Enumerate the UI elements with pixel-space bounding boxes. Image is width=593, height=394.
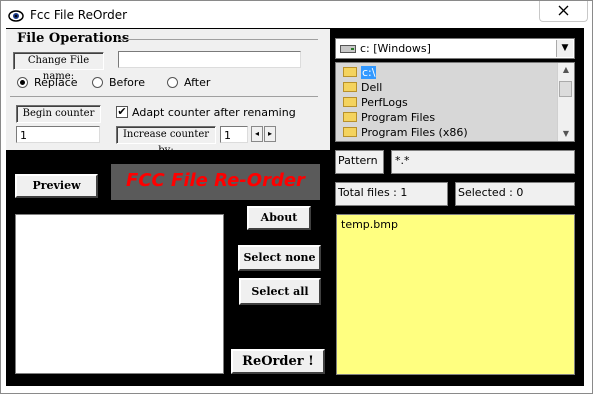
- folder-item-perflogs[interactable]: PerfLogs: [343, 95, 408, 110]
- pattern-input[interactable]: *.*: [391, 150, 575, 174]
- about-button[interactable]: About: [247, 206, 311, 230]
- scroll-thumb[interactable]: [559, 81, 572, 97]
- replace-radio[interactable]: [17, 77, 28, 88]
- begin-counter-input[interactable]: 1: [16, 126, 100, 143]
- folder-tree[interactable]: c:\ Dell PerfLogs Program Files Program …: [335, 62, 575, 142]
- drive-select[interactable]: c: [Windows] ▼: [335, 38, 575, 59]
- folder-item-label: PerfLogs: [361, 96, 408, 109]
- spin-down-button[interactable]: ◂: [251, 126, 263, 142]
- folder-open-icon: [343, 67, 357, 77]
- scroll-up-icon[interactable]: ▲: [558, 63, 574, 77]
- adapt-counter-checkbox[interactable]: ✔: [116, 106, 128, 118]
- begin-counter-label: Begin counter: [16, 105, 101, 123]
- reorder-button[interactable]: ReOrder !: [231, 349, 325, 374]
- select-all-button[interactable]: Select all: [239, 278, 321, 305]
- eye-app-icon: [8, 10, 24, 22]
- increase-counter-input[interactable]: 1: [220, 126, 248, 143]
- spin-up-button[interactable]: ▸: [264, 126, 276, 142]
- section-divider: [10, 96, 318, 97]
- before-radio[interactable]: [92, 77, 103, 88]
- preview-list[interactable]: [15, 214, 224, 374]
- folder-icon: [343, 112, 357, 122]
- folder-icon: [343, 82, 357, 92]
- file-operations-title: File Operations: [17, 31, 130, 46]
- chevron-down-icon[interactable]: ▼: [556, 40, 573, 57]
- total-files-count: Total files : 1: [335, 182, 448, 206]
- preview-button[interactable]: Preview: [15, 174, 98, 198]
- selected-count: Selected : 0: [455, 182, 575, 206]
- folder-item-label: Program Files: [361, 111, 436, 124]
- folder-item-label: Program Files (x86): [361, 126, 468, 139]
- change-file-name-input[interactable]: [118, 51, 301, 68]
- replace-label: Replace: [34, 76, 78, 89]
- close-button[interactable]: [539, 1, 588, 22]
- folder-item-program-files[interactable]: Program Files: [343, 110, 435, 125]
- change-file-name-label: Change File name:: [13, 52, 104, 82]
- title-bar[interactable]: Fcc File ReOrder: [1, 1, 592, 29]
- file-list-item[interactable]: temp.bmp: [341, 218, 398, 231]
- folder-icon: [343, 127, 357, 137]
- group-divider: [118, 39, 318, 40]
- after-label: After: [184, 76, 211, 89]
- folder-icon: [343, 97, 357, 107]
- folder-item-label: Dell: [361, 81, 383, 94]
- before-label: Before: [109, 76, 145, 89]
- scroll-down-icon[interactable]: ▼: [558, 127, 574, 141]
- drive-value: c: [Windows]: [360, 42, 431, 55]
- close-icon: [558, 5, 569, 16]
- pattern-label: Pattern :: [335, 150, 384, 187]
- folder-item-root[interactable]: c:\: [343, 65, 377, 80]
- app-banner: FCC File Re-Order: [111, 164, 320, 200]
- folder-scrollbar[interactable]: ▲ ▼: [557, 63, 574, 141]
- window-title: Fcc File ReOrder: [30, 8, 128, 22]
- after-radio[interactable]: [167, 77, 178, 88]
- folder-item-program-files-x86[interactable]: Program Files (x86): [343, 125, 468, 140]
- adapt-counter-label: Adapt counter after renaming: [132, 106, 296, 119]
- select-none-button[interactable]: Select none: [238, 245, 321, 271]
- folder-item-label: c:\: [361, 66, 377, 79]
- file-list[interactable]: temp.bmp: [336, 214, 575, 375]
- increase-counter-label: Increase counter by:: [116, 126, 216, 156]
- folder-item-dell[interactable]: Dell: [343, 80, 382, 95]
- drive-icon: [340, 45, 356, 53]
